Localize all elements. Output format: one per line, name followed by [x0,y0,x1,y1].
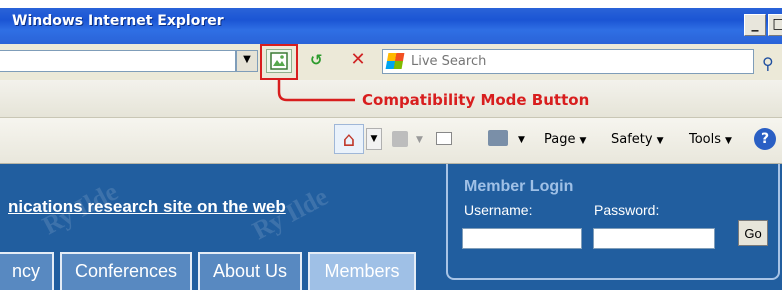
username-input[interactable] [462,228,582,249]
home-dropdown-button[interactable]: ▼ [366,128,382,150]
print-icon[interactable] [488,130,508,146]
nav-tab-about-us[interactable]: About Us [198,252,302,290]
tools-menu[interactable]: Tools ▼ [689,132,732,147]
help-icon[interactable]: ? [754,128,776,150]
feeds-icon[interactable] [392,131,408,147]
annotation-strip: Compatibility Mode Button [0,80,782,118]
safety-menu-label: Safety [611,132,653,147]
username-label: Username: [464,202,533,218]
site-header: Ry Ilde Ry Ilde nications research site … [0,164,444,290]
search-box[interactable] [382,49,754,74]
web-page: Ry Ilde Ry Ilde nications research site … [0,164,782,290]
compatibility-icon [270,52,288,70]
nav-tab-members[interactable]: Members [308,252,416,290]
tools-menu-label: Tools [689,132,722,147]
window-title: Windows Internet Explorer [12,13,224,29]
title-bar: Windows Internet Explorer _ □ [0,0,782,44]
minimize-button[interactable]: _ [744,14,766,36]
login-box: Member Login Username: Password: Go [446,164,780,280]
login-title: Member Login [464,178,574,195]
chevron-down-icon: ▼ [656,136,664,146]
page-menu-label: Page [544,132,576,147]
page-menu[interactable]: Page ▼ [544,132,586,147]
compatibility-mode-button[interactable] [266,49,292,73]
address-input[interactable] [0,50,236,72]
search-input[interactable] [411,52,741,71]
navigation-bar: ▼ ↺ ✕ ⚲ [0,44,782,80]
home-button[interactable]: ⌂ [334,124,364,154]
address-dropdown-button[interactable]: ▼ [236,50,258,72]
annotation-label: Compatibility Mode Button [362,91,590,109]
command-bar: ⌂ ▼ ▼ ▼ Page ▼ Safety ▼ Tools ▼ ? [0,118,782,164]
password-input[interactable] [593,228,715,249]
live-search-logo-icon [385,53,405,69]
chevron-down-icon: ▼ [725,136,732,146]
site-tagline-link[interactable]: nications research site on the web [8,197,286,217]
search-go-icon[interactable]: ⚲ [762,54,774,73]
member-login-panel: Member Login Username: Password: Go [444,164,782,290]
nav-tab-agency[interactable]: ncy [0,252,54,290]
safety-menu[interactable]: Safety ▼ [611,132,664,147]
maximize-button[interactable]: □ [768,14,782,36]
nav-tab-conferences[interactable]: Conferences [60,252,192,290]
password-label: Password: [594,202,660,218]
feeds-dropdown-button[interactable]: ▼ [416,135,423,145]
refresh-button[interactable]: ↺ [310,51,323,69]
stop-button[interactable]: ✕ [345,49,371,73]
mail-icon[interactable] [436,132,452,145]
chevron-down-icon: ▼ [579,136,587,146]
login-go-button[interactable]: Go [738,220,768,246]
print-dropdown-button[interactable]: ▼ [518,135,525,145]
